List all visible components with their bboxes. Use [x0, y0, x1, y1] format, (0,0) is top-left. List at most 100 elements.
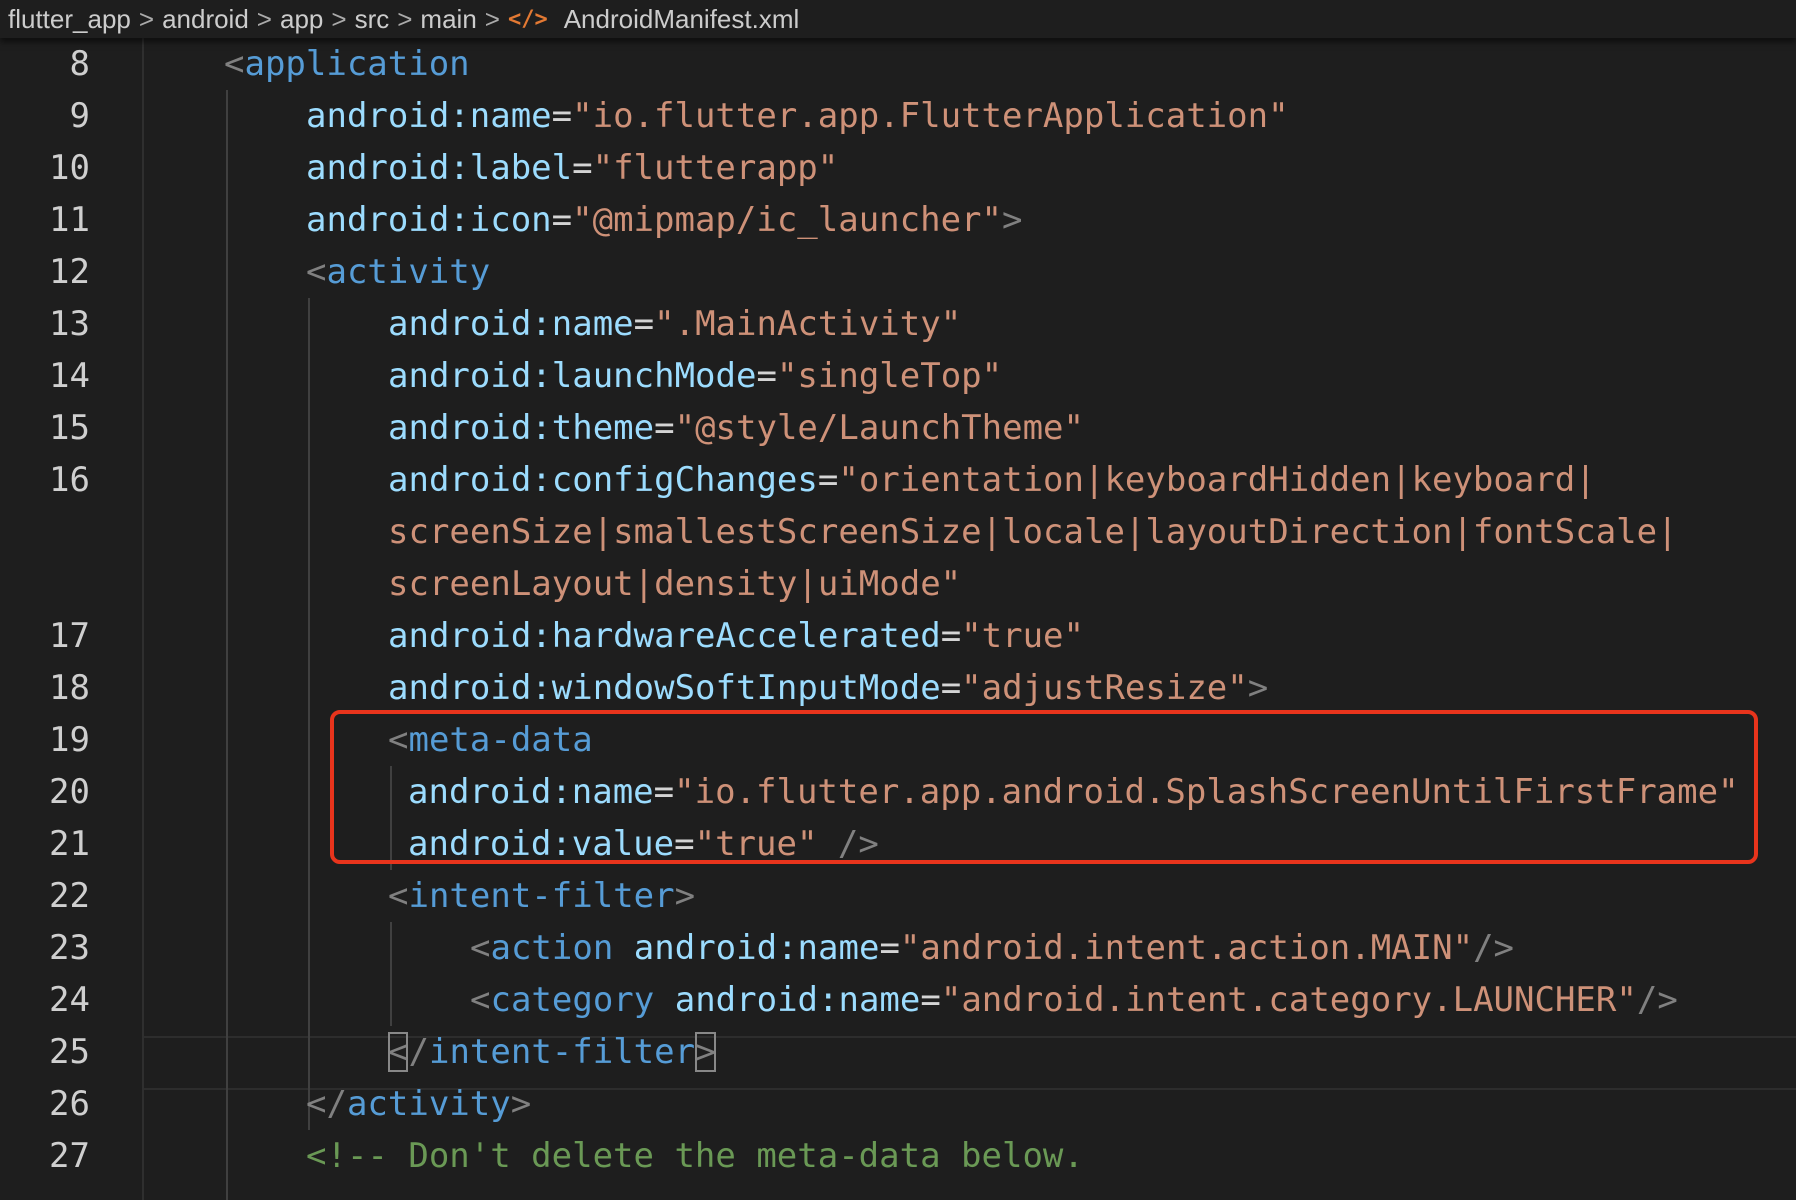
code-line: </intent-filter> — [388, 1026, 716, 1078]
xml-comment: <!-- Don't delete the meta-data below. — [306, 1136, 1084, 1176]
code-line: android:windowSoftInputMode="adjustResiz… — [388, 662, 1268, 714]
breadcrumb: flutter_app > android > app > src > main > </… — [0, 0, 1796, 38]
chevron-right-icon: > — [484, 3, 500, 34]
equals-sign: = — [940, 668, 962, 708]
equals-sign: = — [756, 356, 777, 396]
equals-sign: = — [572, 148, 593, 188]
chevron-right-icon: > — [397, 3, 413, 34]
angle-bracket: > — [1002, 200, 1023, 240]
xml-attribute: android:name — [306, 96, 552, 136]
xml-tag: activity — [326, 252, 491, 292]
code-line: <meta-data — [388, 714, 593, 766]
angle-bracket: > — [1247, 668, 1269, 708]
matched-bracket: < — [388, 1032, 409, 1072]
code-line: android:icon="@mipmap/ic_launcher"> — [306, 194, 1022, 246]
xml-attribute: android:name — [633, 928, 880, 968]
code-line: <!-- Don't delete the meta-data below. — [306, 1130, 1084, 1182]
code-line: android:configChanges="orientation|keybo… — [388, 454, 1596, 506]
code-line: android:name="io.flutter.app.FlutterAppl… — [306, 90, 1289, 142]
code-line: android:label="flutterapp" — [306, 142, 838, 194]
xml-attribute: android:label — [306, 148, 573, 188]
matched-bracket: > — [695, 1032, 716, 1072]
code-line: <application — [224, 38, 470, 90]
attribute-value: "true" — [694, 824, 818, 864]
xml-attribute: android:icon — [306, 200, 552, 240]
breadcrumb-item-src[interactable]: src > — [355, 4, 421, 35]
angle-bracket: < — [224, 44, 245, 84]
equals-sign: = — [551, 96, 573, 136]
attribute-value: "true" — [961, 616, 1084, 656]
xml-attribute: android:launchMode — [388, 356, 757, 396]
code-line: android:name="io.flutter.app.android.Spl… — [408, 766, 1739, 818]
xml-attribute: android:name — [674, 980, 921, 1020]
attribute-value: screenSize|smallestScreenSize|locale|lay… — [388, 512, 1678, 552]
self-close-bracket: /> — [817, 824, 879, 864]
equals-sign: = — [940, 616, 962, 656]
attribute-value: "adjustResize" — [961, 668, 1248, 708]
code-editor[interactable]: 8 9 10 11 12 13 14 15 16 17 18 19 20 21 … — [0, 38, 1796, 1200]
breadcrumb-item-flutter-app[interactable]: flutter_app > — [0, 4, 162, 35]
xml-tag: intent-filter — [408, 876, 675, 916]
breadcrumb-item-android[interactable]: android > — [162, 4, 280, 35]
chevron-right-icon: > — [331, 3, 347, 34]
xml-tag: activity — [346, 1084, 511, 1124]
chevron-right-icon: > — [138, 3, 155, 34]
xml-tag: intent-filter — [428, 1032, 696, 1072]
equals-sign: = — [674, 824, 695, 864]
angle-bracket: < — [470, 980, 491, 1020]
attribute-value: "@style/LaunchTheme" — [674, 408, 1084, 448]
attribute-value: "singleTop" — [776, 356, 1003, 396]
attribute-value: "io.flutter.app.android.SplashScreenUnti… — [674, 772, 1739, 812]
angle-bracket: < — [388, 720, 409, 760]
breadcrumb-item-app[interactable]: app > — [280, 4, 355, 35]
angle-bracket: < — [306, 252, 327, 292]
xml-tag: meta-data — [408, 720, 593, 760]
xml-attribute: android:configChanges — [388, 460, 818, 500]
slash: / — [408, 1032, 429, 1072]
equals-sign: = — [653, 772, 675, 812]
breadcrumb-label: android — [162, 3, 249, 34]
angle-bracket: < — [470, 928, 491, 968]
equals-sign: = — [920, 980, 941, 1020]
code-line: android:hardwareAccelerated="true" — [388, 610, 1084, 662]
equals-sign: = — [654, 408, 675, 448]
code-line: </activity> — [306, 1078, 531, 1130]
xml-attribute: android:hardwareAccelerated — [388, 616, 941, 656]
equals-sign: = — [817, 460, 839, 500]
angle-bracket: > — [510, 1084, 532, 1124]
code-line: <activity — [306, 246, 490, 298]
code-line: <action android:name="android.intent.act… — [470, 922, 1514, 974]
angle-bracket: > — [674, 876, 696, 916]
code-content[interactable]: <application android:name="io.flutter.ap… — [0, 38, 1796, 1200]
angle-bracket: </ — [306, 1084, 347, 1124]
self-close-bracket: /> — [1473, 928, 1515, 968]
breadcrumb-label: flutter_app — [8, 3, 131, 34]
attribute-value: "android.intent.category.LAUNCHER" — [940, 980, 1637, 1020]
xml-tag: action — [490, 928, 614, 968]
attribute-value: "io.flutter.app.FlutterApplication" — [572, 96, 1289, 136]
xml-attribute: android:theme — [388, 408, 655, 448]
xml-attribute: android:name — [388, 304, 634, 344]
xml-tag: category — [490, 980, 655, 1020]
code-line: android:theme="@style/LaunchTheme" — [388, 402, 1084, 454]
attribute-value: "flutterapp" — [592, 148, 839, 188]
attribute-value: "orientation|keyboardHidden|keyboard| — [838, 460, 1596, 500]
equals-sign: = — [879, 928, 900, 968]
breadcrumb-label: main — [420, 3, 477, 34]
code-line: <intent-filter> — [388, 870, 695, 922]
xml-file-icon: </> — [507, 6, 548, 32]
code-line-wrap: screenSize|smallestScreenSize|locale|lay… — [388, 506, 1678, 558]
code-line: <category android:name="android.intent.c… — [470, 974, 1678, 1026]
attribute-value: ".MainActivity" — [654, 304, 962, 344]
xml-attribute: android:name — [408, 772, 654, 812]
breadcrumb-item-main[interactable]: main > — [420, 4, 508, 35]
chevron-right-icon: > — [256, 3, 272, 34]
breadcrumb-item-file[interactable]: </> AndroidManifest.xml — [508, 4, 799, 35]
attribute-value: screenLayout|density|uiMode" — [388, 564, 962, 604]
xml-tag: application — [244, 44, 470, 84]
breadcrumb-label: src — [354, 3, 390, 34]
attribute-value: "@mipmap/ic_launcher" — [572, 200, 1002, 240]
equals-sign: = — [633, 304, 655, 344]
code-line: android:launchMode="singleTop" — [388, 350, 1002, 402]
equals-sign: = — [551, 200, 573, 240]
